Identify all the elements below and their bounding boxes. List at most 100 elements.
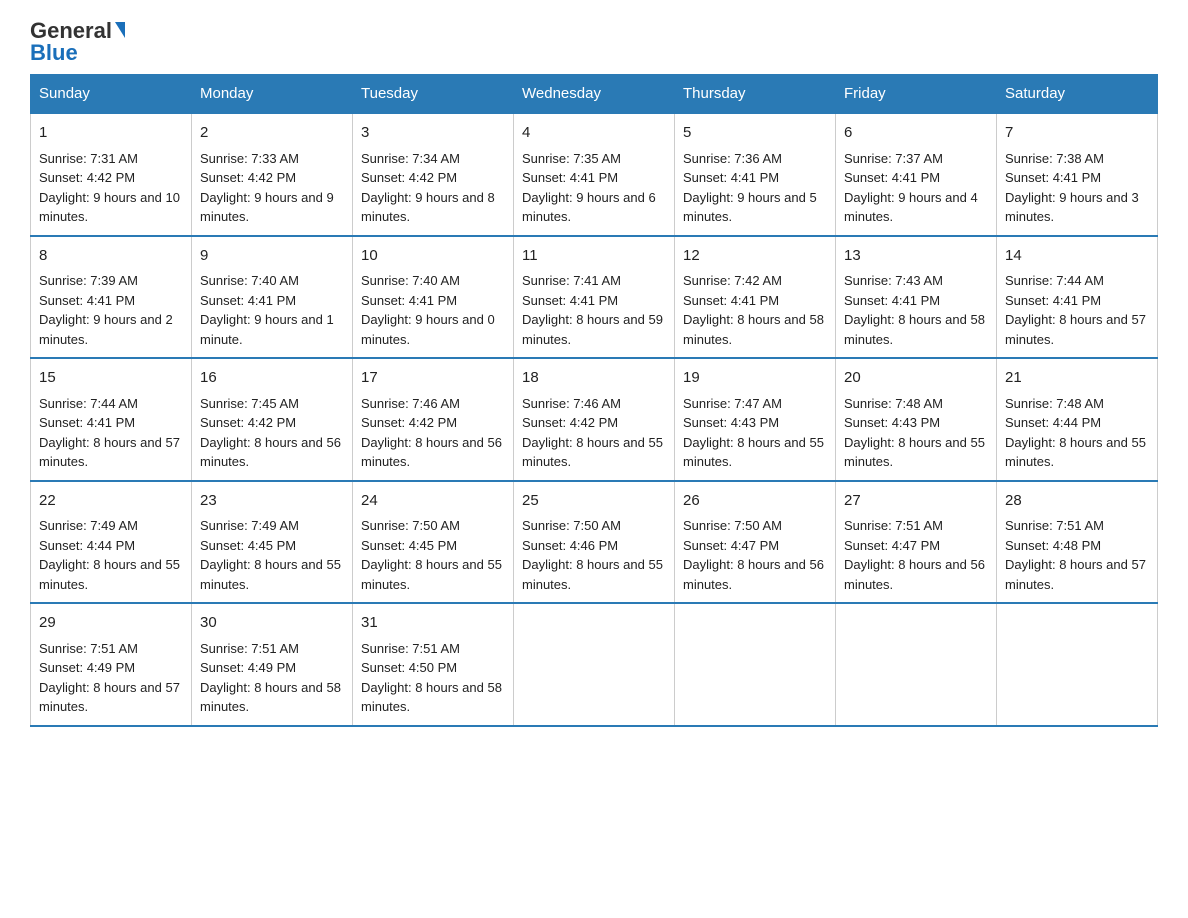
calendar-cell: 24Sunrise: 7:50 AMSunset: 4:45 PMDayligh…: [353, 481, 514, 604]
sunset-text: Sunset: 4:41 PM: [1005, 293, 1101, 308]
sunset-text: Sunset: 4:41 PM: [1005, 170, 1101, 185]
sunrise-text: Sunrise: 7:48 AM: [844, 396, 943, 411]
calendar-cell: 25Sunrise: 7:50 AMSunset: 4:46 PMDayligh…: [514, 481, 675, 604]
day-number: 19: [683, 367, 827, 390]
calendar-cell: 10Sunrise: 7:40 AMSunset: 4:41 PMDayligh…: [353, 236, 514, 359]
daylight-text: Daylight: 9 hours and 3 minutes.: [1005, 190, 1139, 225]
calendar-cell: [675, 603, 836, 726]
calendar-cell: 9 Sunrise: 7:40 AM Sunset: 4:41 PM Daylight…: [192, 236, 353, 359]
day-number: 12: [683, 245, 827, 268]
calendar-cell: 31Sunrise: 7:51 AMSunset: 4:50 PMDayligh…: [353, 603, 514, 726]
daylight-text: Daylight: 8 hours and 57 minutes.: [39, 680, 180, 715]
sunrise-text: Sunrise: 7:48 AM: [1005, 396, 1104, 411]
calendar-cell: [997, 603, 1158, 726]
sunset-text: Sunset: 4:41 PM: [200, 293, 296, 308]
sunrise-text: Sunrise: 7:51 AM: [1005, 518, 1104, 533]
sunset-text: Sunset: 4:41 PM: [39, 415, 135, 430]
daylight-text: Daylight: 8 hours and 55 minutes.: [683, 435, 824, 470]
daylight-text: Daylight: 8 hours and 56 minutes.: [200, 435, 341, 470]
daylight-text: Daylight: 9 hours and 8 minutes.: [361, 190, 495, 225]
day-number: 2: [200, 122, 344, 145]
sunrise-text: Sunrise: 7:46 AM: [522, 396, 621, 411]
daylight-text: Daylight: 8 hours and 58 minutes.: [844, 312, 985, 347]
sunrise-text: Sunrise: 7:49 AM: [39, 518, 138, 533]
day-number: 8: [39, 245, 183, 268]
day-of-week-header: Sunday: [31, 75, 192, 114]
day-of-week-header: Thursday: [675, 75, 836, 114]
day-number: 22: [39, 490, 183, 513]
sunset-text: Sunset: 4:41 PM: [361, 293, 457, 308]
logo-blue-text: Blue: [30, 42, 78, 64]
calendar-cell: 17Sunrise: 7:46 AMSunset: 4:42 PMDayligh…: [353, 358, 514, 481]
sunset-text: Sunset: 4:45 PM: [361, 538, 457, 553]
day-number: 5: [683, 122, 827, 145]
calendar-cell: 3 Sunrise: 7:34 AM Sunset: 4:42 PM Daylight…: [353, 113, 514, 236]
calendar-cell: 5Sunrise: 7:36 AMSunset: 4:41 PMDaylight…: [675, 113, 836, 236]
day-number: 27: [844, 490, 988, 513]
day-number: 18: [522, 367, 666, 390]
sunrise-text: Sunrise: 7:50 AM: [361, 518, 460, 533]
logo: General Blue: [30, 20, 125, 64]
calendar-cell: 1Sunrise: 7:31 AMSunset: 4:42 PMDaylight…: [31, 113, 192, 236]
daylight-text: Daylight: 8 hours and 57 minutes.: [39, 435, 180, 470]
daylight-text: Daylight: 8 hours and 55 minutes.: [522, 435, 663, 470]
sunrise-text: Sunrise: 7:40 AM: [200, 273, 299, 288]
calendar-cell: 13Sunrise: 7:43 AMSunset: 4:41 PMDayligh…: [836, 236, 997, 359]
day-number: 7: [1005, 122, 1149, 145]
day-of-week-header: Friday: [836, 75, 997, 114]
daylight-text: Daylight: 8 hours and 58 minutes.: [361, 680, 502, 715]
calendar-cell: 14 Sunrise: 7:44 AM Sunset: 4:41 PM Dayligh…: [997, 236, 1158, 359]
daylight-text: Daylight: 9 hours and 2 minutes.: [39, 312, 173, 347]
calendar-week-row: 29Sunrise: 7:51 AMSunset: 4:49 PMDayligh…: [31, 603, 1158, 726]
day-number: 21: [1005, 367, 1149, 390]
sunrise-text: Sunrise: 7:50 AM: [522, 518, 621, 533]
sunset-text: Sunset: 4:49 PM: [200, 660, 296, 675]
sunset-text: Sunset: 4:42 PM: [361, 170, 457, 185]
logo-general-text: General: [30, 20, 125, 42]
day-number: 14: [1005, 245, 1149, 268]
calendar-header-row: SundayMondayTuesdayWednesdayThursdayFrid…: [31, 75, 1158, 114]
sunrise-text: Sunrise: 7:46 AM: [361, 396, 460, 411]
sunset-text: Sunset: 4:42 PM: [522, 415, 618, 430]
sunrise-text: Sunrise: 7:43 AM: [844, 273, 943, 288]
day-of-week-header: Saturday: [997, 75, 1158, 114]
sunrise-text: Sunrise: 7:40 AM: [361, 273, 460, 288]
day-number: 15: [39, 367, 183, 390]
day-number: 9: [200, 245, 344, 268]
calendar-table: SundayMondayTuesdayWednesdayThursdayFrid…: [30, 74, 1158, 727]
sunset-text: Sunset: 4:49 PM: [39, 660, 135, 675]
sunrise-text: Sunrise: 7:51 AM: [200, 641, 299, 656]
calendar-cell: 4Sunrise: 7:35 AMSunset: 4:41 PMDaylight…: [514, 113, 675, 236]
header: General Blue: [30, 20, 1158, 64]
daylight-text: Daylight: 8 hours and 58 minutes.: [683, 312, 824, 347]
daylight-text: Daylight: 9 hours and 5 minutes.: [683, 190, 817, 225]
daylight-text: Daylight: 9 hours and 1 minute.: [200, 312, 334, 347]
sunrise-text: Sunrise: 7:47 AM: [683, 396, 782, 411]
sunrise-text: Sunrise: 7:37 AM: [844, 151, 943, 166]
calendar-cell: 28Sunrise: 7:51 AMSunset: 4:48 PMDayligh…: [997, 481, 1158, 604]
daylight-text: Daylight: 8 hours and 57 minutes.: [1005, 312, 1146, 347]
sunset-text: Sunset: 4:45 PM: [200, 538, 296, 553]
daylight-text: Daylight: 9 hours and 6 minutes.: [522, 190, 656, 225]
calendar-week-row: 22Sunrise: 7:49 AMSunset: 4:44 PMDayligh…: [31, 481, 1158, 604]
sunrise-text: Sunrise: 7:44 AM: [1005, 273, 1104, 288]
calendar-week-row: 1Sunrise: 7:31 AMSunset: 4:42 PMDaylight…: [31, 113, 1158, 236]
calendar-cell: 29Sunrise: 7:51 AMSunset: 4:49 PMDayligh…: [31, 603, 192, 726]
day-number: 3: [361, 122, 505, 145]
sunrise-text: Sunrise: 7:34 AM: [361, 151, 460, 166]
day-number: 25: [522, 490, 666, 513]
sunrise-text: Sunrise: 7:45 AM: [200, 396, 299, 411]
sunrise-text: Sunrise: 7:50 AM: [683, 518, 782, 533]
calendar-cell: 20Sunrise: 7:48 AMSunset: 4:43 PMDayligh…: [836, 358, 997, 481]
calendar-cell: [836, 603, 997, 726]
calendar-cell: 30Sunrise: 7:51 AMSunset: 4:49 PMDayligh…: [192, 603, 353, 726]
calendar-cell: 2Sunrise: 7:33 AMSunset: 4:42 PMDaylight…: [192, 113, 353, 236]
daylight-text: Daylight: 9 hours and 10 minutes.: [39, 190, 180, 225]
sunrise-text: Sunrise: 7:38 AM: [1005, 151, 1104, 166]
calendar-cell: 18 Sunrise: 7:46 AM Sunset: 4:42 PM Dayligh…: [514, 358, 675, 481]
day-number: 20: [844, 367, 988, 390]
daylight-text: Daylight: 8 hours and 55 minutes.: [522, 557, 663, 592]
day-number: 30: [200, 612, 344, 635]
sunrise-text: Sunrise: 7:49 AM: [200, 518, 299, 533]
daylight-text: Daylight: 8 hours and 55 minutes.: [361, 557, 502, 592]
